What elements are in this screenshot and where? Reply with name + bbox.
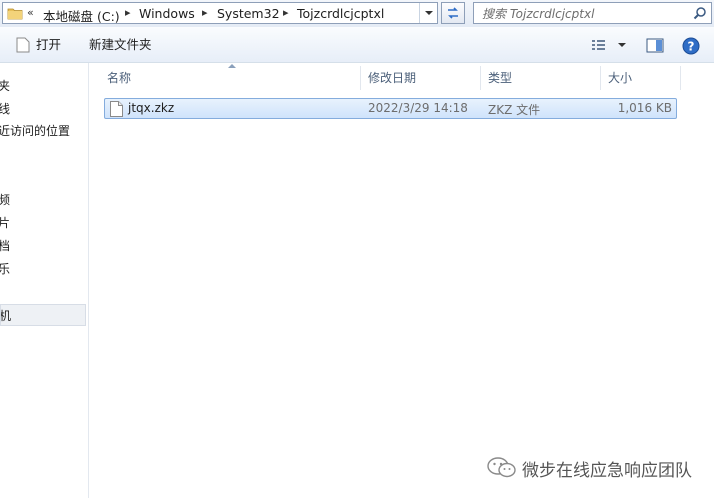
- column-header-name[interactable]: 名称: [107, 65, 131, 91]
- file-size: 1,016 KB: [617, 101, 672, 115]
- breadcrumb-drive[interactable]: 本地磁盘 (C:): [43, 6, 120, 25]
- column-divider[interactable]: [600, 66, 601, 90]
- help-button[interactable]: ?: [682, 37, 700, 55]
- column-header-size[interactable]: 大小: [608, 65, 632, 91]
- navigation-pane: 夹 线 近访问的位置 频 片 档 乐 机: [0, 63, 89, 498]
- sort-ascending-icon: [228, 64, 236, 68]
- preview-pane-icon: [646, 38, 664, 53]
- address-row: « 本地磁盘 (C:) ▸ Windows ▸ System32 ▸ Tojzc…: [0, 0, 714, 27]
- breadcrumb-current-folder[interactable]: Tojzcrdlcjcptxl: [297, 6, 384, 21]
- folder-icon: [7, 8, 23, 20]
- nav-item-recent-places[interactable]: 近访问的位置: [0, 120, 86, 142]
- file-type: ZKZ 文件: [488, 103, 541, 117]
- help-icon: ?: [682, 37, 700, 55]
- open-icon: [16, 37, 30, 53]
- column-divider[interactable]: [360, 66, 361, 90]
- breadcrumb-separator[interactable]: ▸: [283, 6, 289, 19]
- file-modified-date: 2022/3/29 14:18: [368, 101, 468, 115]
- command-bar: 打开 新建文件夹 ?: [0, 27, 714, 63]
- preview-pane-button[interactable]: [646, 38, 664, 54]
- watermark-text: 微步在线应急响应团队: [522, 461, 692, 481]
- search-box[interactable]: [473, 2, 712, 24]
- nav-item-videos[interactable]: 频: [0, 189, 86, 211]
- view-list-icon: [592, 40, 626, 50]
- refresh-button[interactable]: [441, 2, 465, 24]
- view-options-button[interactable]: [590, 38, 630, 54]
- chevron-down-icon: [618, 43, 626, 47]
- nav-item-documents[interactable]: 档: [0, 235, 86, 257]
- nav-item-music[interactable]: 乐: [0, 258, 86, 280]
- new-folder-button[interactable]: 新建文件夹: [89, 35, 152, 55]
- search-input[interactable]: [480, 4, 689, 24]
- breadcrumb-separator[interactable]: ▸: [125, 6, 131, 19]
- nav-item-pictures[interactable]: 片: [0, 212, 86, 234]
- search-icon[interactable]: [693, 6, 707, 20]
- file-list: 名称 修改日期 类型 大小 jtqx.zkz 2022/3/29 14:18 Z…: [89, 63, 714, 498]
- overflow-chevron[interactable]: «: [27, 6, 34, 19]
- wechat-icon: [487, 457, 516, 478]
- file-row[interactable]: jtqx.zkz 2022/3/29 14:18 ZKZ 文件 1,016 KB: [104, 98, 677, 119]
- nav-item-favorites[interactable]: 夹: [0, 75, 86, 97]
- open-button[interactable]: 打开: [36, 35, 61, 55]
- refresh-icon: [448, 7, 458, 19]
- column-header-modified[interactable]: 修改日期: [368, 65, 416, 91]
- svg-text:?: ?: [688, 40, 695, 54]
- breadcrumb-system32[interactable]: System32: [217, 6, 280, 21]
- column-divider[interactable]: [480, 66, 481, 90]
- nav-item-computer[interactable]: 机: [0, 304, 86, 326]
- file-icon: [110, 101, 123, 117]
- breadcrumb-separator[interactable]: ▸: [202, 6, 208, 19]
- column-header-type[interactable]: 类型: [488, 65, 512, 91]
- file-name: jtqx.zkz: [128, 101, 175, 115]
- address-bar[interactable]: « 本地磁盘 (C:) ▸ Windows ▸ System32 ▸ Tojzc…: [2, 2, 438, 24]
- address-history-dropdown[interactable]: [419, 3, 437, 23]
- watermark: 微步在线应急响应团队: [486, 455, 710, 481]
- nav-item-downloads[interactable]: 线: [0, 98, 86, 120]
- column-divider[interactable]: [680, 66, 681, 90]
- breadcrumb-windows[interactable]: Windows: [139, 6, 195, 21]
